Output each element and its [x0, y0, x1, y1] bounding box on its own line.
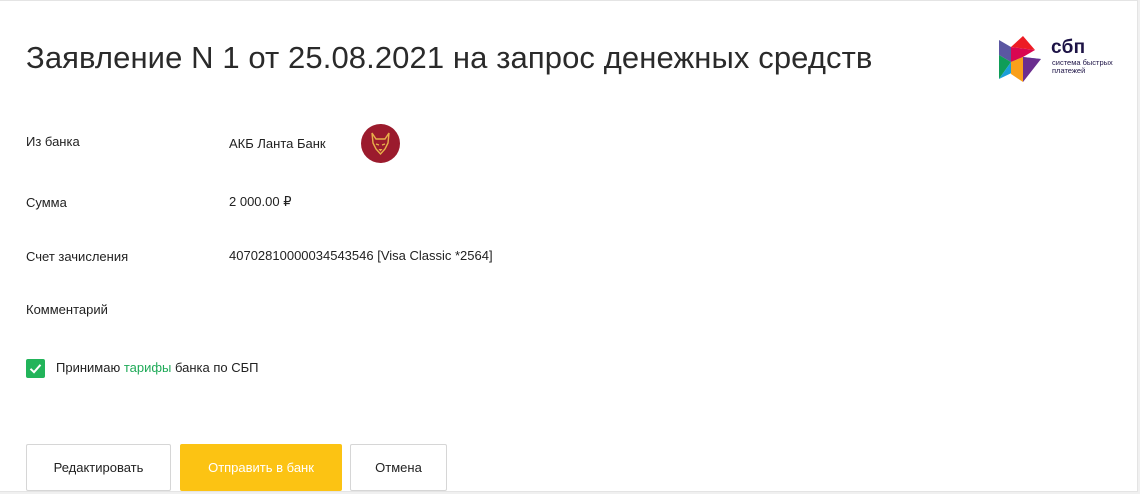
tariffs-link[interactable]: тарифы: [124, 360, 172, 375]
account-value: 40702810000034543546 [Visa Classic *2564…: [229, 248, 493, 263]
sbp-logo-word: сбп: [1051, 37, 1086, 58]
edit-button[interactable]: Редактировать: [26, 444, 171, 491]
tariffs-consent-text: Принимаю тарифы банка по СБП: [56, 360, 259, 376]
account-label: Счет зачисления: [26, 249, 129, 264]
consent-prefix: Принимаю: [56, 360, 124, 375]
sbp-logo: сбп система быстрых платежей: [997, 34, 1132, 84]
comment-label: Комментарий: [26, 302, 108, 317]
payment-request-panel: Заявление N 1 от 25.08.2021 на запрос де…: [0, 0, 1138, 492]
sbp-logo-subtitle: система быстрых платежей: [1052, 58, 1113, 75]
consent-suffix: банка по СБП: [171, 360, 259, 375]
sbp-triangle-icon: [999, 36, 1041, 82]
cancel-button[interactable]: Отмена: [350, 444, 447, 491]
amount-label: Сумма: [26, 195, 67, 210]
bank-value: АКБ Ланта Банк: [229, 136, 326, 151]
send-to-bank-button[interactable]: Отправить в банк: [180, 444, 342, 491]
tariffs-checkbox[interactable]: [26, 359, 45, 378]
amount-value: 2 000.00 ₽: [229, 194, 292, 209]
bank-label: Из банка: [26, 134, 80, 149]
checkmark-icon: [29, 364, 42, 374]
lanta-bank-wolf-icon: [361, 124, 400, 163]
page-title: Заявление N 1 от 25.08.2021 на запрос де…: [26, 40, 873, 75]
